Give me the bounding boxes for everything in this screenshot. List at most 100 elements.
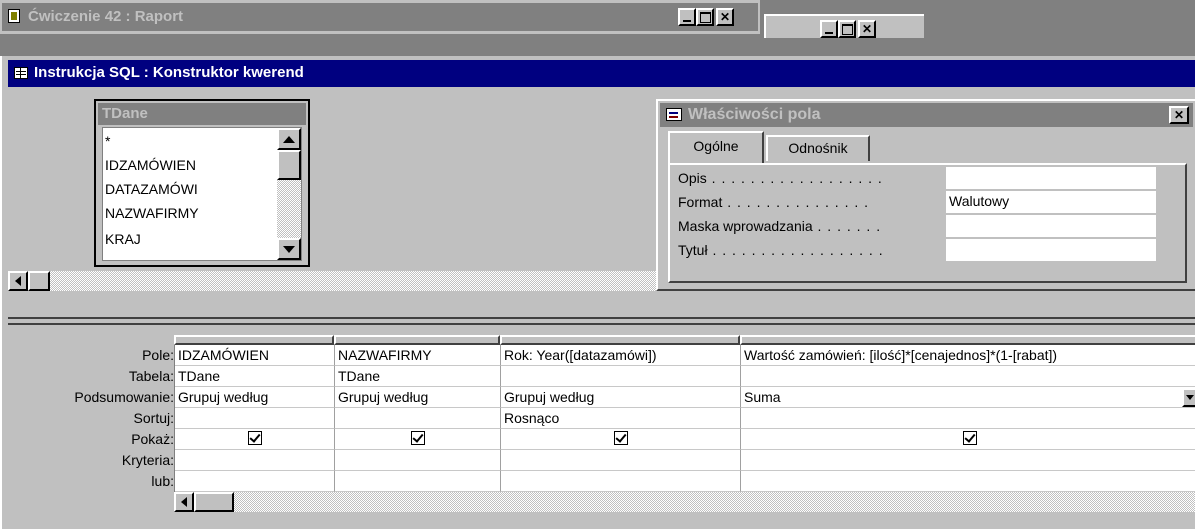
- field-item[interactable]: KRAJ: [105, 228, 141, 250]
- maximize-button[interactable]: [696, 8, 714, 26]
- arrow-down-icon: [283, 245, 295, 253]
- tab-ogolne[interactable]: Ogólne: [668, 131, 764, 165]
- row-label-kryteria: Kryteria:: [121, 452, 174, 468]
- property-value-format[interactable]: Walutowy: [946, 191, 1156, 213]
- field-item[interactable]: DATAZAMÓWI: [105, 178, 198, 200]
- cell-kryteria[interactable]: [335, 450, 501, 471]
- scroll-thumb[interactable]: [277, 150, 301, 180]
- cell-pokaz[interactable]: [175, 429, 335, 450]
- property-label: Opis . . . . . . . . . . . . . . . . . .: [678, 170, 883, 186]
- cell-kryteria[interactable]: [741, 450, 1195, 471]
- cell-kryteria[interactable]: [501, 450, 741, 471]
- show-checkbox[interactable]: [410, 431, 425, 445]
- property-value-opis[interactable]: [946, 167, 1156, 189]
- tab-odnosnik[interactable]: Odnośnik: [766, 135, 870, 161]
- column-selector[interactable]: [500, 335, 740, 345]
- pane-splitter[interactable]: [8, 317, 1195, 325]
- row-label-pole: Pole:: [142, 347, 174, 363]
- table-fieldlist[interactable]: TDane * IDZAMÓWIEN DATAZAMÓWI NAZWAFIRMY…: [94, 99, 310, 267]
- cell-lub[interactable]: [335, 471, 501, 492]
- cell-pokaz[interactable]: [501, 429, 741, 450]
- maximize-icon: [841, 23, 853, 35]
- bg-close-button[interactable]: ✕: [858, 20, 876, 38]
- minimize-icon: [825, 32, 833, 34]
- cell-pole[interactable]: Rok: Year([datazamówi]): [501, 345, 741, 366]
- show-checkbox[interactable]: [247, 431, 262, 445]
- cell-tabela[interactable]: TDane: [335, 366, 501, 387]
- bg-maximize-button[interactable]: [838, 20, 856, 38]
- cell-sortuj[interactable]: [335, 408, 501, 429]
- table-pane: TDane * IDZAMÓWIEN DATAZAMÓWI NAZWAFIRMY…: [8, 89, 1195, 317]
- cell-lub[interactable]: [175, 471, 335, 492]
- chevron-down-icon: [1186, 395, 1194, 400]
- table-fieldlist-title[interactable]: TDane: [98, 103, 306, 125]
- properties-title: Właściwości pola: [688, 106, 821, 123]
- bg-minimize-button[interactable]: [820, 20, 838, 38]
- cell-tabela[interactable]: TDane: [175, 366, 335, 387]
- tab-odnosnik-label: Odnośnik: [788, 140, 848, 156]
- grid-hscroll[interactable]: [174, 492, 1195, 512]
- row-label-tabela: Tabela:: [128, 368, 174, 384]
- cell-pokaz[interactable]: [335, 429, 501, 450]
- property-value-maska[interactable]: [946, 215, 1156, 237]
- properties-titlebar[interactable]: Właściwości pola ✕: [660, 103, 1193, 127]
- scroll-thumb[interactable]: [28, 271, 50, 291]
- scroll-left-button[interactable]: [8, 271, 28, 291]
- column-selector[interactable]: [174, 335, 334, 345]
- field-item[interactable]: IDZAMÓWIEN: [105, 154, 196, 176]
- cell-pole[interactable]: Wartość zamówień: [ilość]*[cenajednos]*(…: [741, 345, 1195, 366]
- minimize-button[interactable]: [678, 8, 696, 26]
- scroll-up-button[interactable]: [277, 128, 301, 150]
- cell-podsumowanie[interactable]: Suma: [741, 387, 1195, 408]
- property-label: Format . . . . . . . . . . . . . . .: [678, 194, 870, 210]
- cell-podsumowanie[interactable]: Grupuj według: [501, 387, 741, 408]
- cell-podsumowanie[interactable]: Grupuj według: [335, 387, 501, 408]
- scroll-thumb[interactable]: [194, 492, 234, 512]
- column-selector[interactable]: [334, 335, 500, 345]
- table-pane-hscroll[interactable]: [8, 271, 656, 291]
- properties-close-button[interactable]: ✕: [1169, 106, 1189, 124]
- cell-tabela[interactable]: [741, 366, 1195, 387]
- cell-tabela[interactable]: [501, 366, 741, 387]
- row-label-lub: lub:: [151, 473, 174, 489]
- property-row-format: Format . . . . . . . . . . . . . . . Wal…: [678, 191, 1178, 215]
- background-window: ✕: [764, 14, 924, 38]
- property-row-maska: Maska wprowadzania . . . . . . .: [678, 215, 1178, 239]
- property-value-tytul[interactable]: [946, 239, 1156, 261]
- cell-sortuj[interactable]: Rosnąco: [501, 408, 741, 429]
- query-window-titlebar[interactable]: Instrukcja SQL : Konstruktor kwerend: [8, 60, 1195, 87]
- cell-pole[interactable]: IDZAMÓWIEN: [175, 345, 335, 366]
- property-row-tytul: Tytuł . . . . . . . . . . . . . . . . . …: [678, 239, 1178, 263]
- scroll-left-button[interactable]: [174, 492, 194, 512]
- cell-kryteria[interactable]: [175, 450, 335, 471]
- properties-icon: [666, 108, 682, 121]
- show-checkbox[interactable]: [613, 431, 628, 445]
- property-label: Maska wprowadzania . . . . . . .: [678, 218, 882, 234]
- row-labels: Pole: Tabela: Podsumowanie: Sortuj: Poka…: [8, 345, 174, 492]
- property-label: Tytuł . . . . . . . . . . . . . . . . . …: [678, 242, 884, 258]
- cell-pokaz[interactable]: [741, 429, 1195, 450]
- row-label-sortuj: Sortuj:: [133, 410, 174, 426]
- summary-dropdown-button[interactable]: [1182, 388, 1195, 407]
- field-item[interactable]: *: [105, 130, 110, 152]
- close-icon: ✕: [861, 22, 873, 36]
- close-icon: ✕: [719, 10, 731, 24]
- cell-sortuj[interactable]: [175, 408, 335, 429]
- cell-pole[interactable]: NAZWAFIRMY: [335, 345, 501, 366]
- cell-lub[interactable]: [501, 471, 741, 492]
- cell-sortuj[interactable]: [741, 408, 1195, 429]
- close-button[interactable]: ✕: [716, 8, 734, 26]
- arrow-left-icon: [15, 276, 21, 286]
- design-grid-pane: Pole: Tabela: Podsumowanie: Sortuj: Poka…: [8, 325, 1195, 529]
- field-item[interactable]: NAZWAFIRMY: [105, 202, 199, 224]
- query-window: Instrukcja SQL : Konstruktor kwerend TDa…: [0, 56, 1195, 529]
- show-checkbox[interactable]: [962, 431, 977, 445]
- report-window-titlebar[interactable]: Ćwiczenie 42 : Raport ✕: [2, 3, 758, 31]
- cell-lub[interactable]: [741, 471, 1195, 492]
- cell-podsumowanie[interactable]: Grupuj według: [175, 387, 335, 408]
- column-selector[interactable]: [740, 335, 1195, 345]
- query-window-title: Instrukcja SQL : Konstruktor kwerend: [34, 64, 304, 81]
- scroll-down-button[interactable]: [277, 238, 301, 260]
- fieldlist-scrollbar[interactable]: [277, 128, 301, 260]
- property-row-opis: Opis . . . . . . . . . . . . . . . . . .: [678, 167, 1178, 191]
